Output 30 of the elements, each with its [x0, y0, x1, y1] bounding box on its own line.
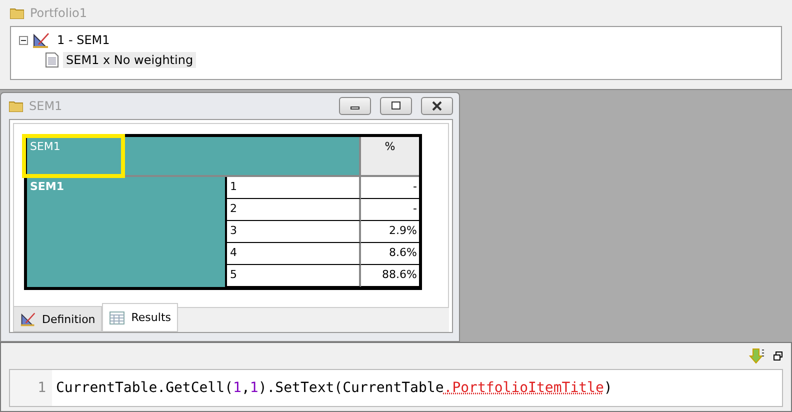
close-button[interactable] [421, 97, 453, 115]
row-group-cell: SEM1 [27, 177, 227, 287]
collapse-icon[interactable] [19, 36, 28, 44]
close-icon [431, 101, 443, 111]
table-cell: 2 [227, 199, 361, 221]
minimize-button[interactable] [339, 97, 371, 115]
tree-item[interactable]: 1 - SEM1 [54, 32, 113, 48]
table-icon [109, 310, 126, 326]
tab[interactable]: Definition [13, 306, 102, 332]
ruler-pencil-icon [20, 311, 36, 327]
maximize-button[interactable] [380, 97, 412, 115]
window-title: Portfolio1 [30, 6, 87, 20]
folder-icon [10, 7, 24, 19]
maximize-icon [390, 101, 402, 111]
code-line: CurrentTable.GetCell(1,1).SetText(CurrentTable.PortfolioItemTitle) [55, 380, 612, 396]
column-header: % [361, 137, 419, 177]
table-cell: 1 [227, 177, 361, 199]
ruler-pencil-icon [32, 31, 50, 49]
window-title: SEM1 [29, 99, 62, 113]
folder-icon [9, 100, 23, 112]
document-icon [45, 52, 59, 68]
table-cell: 5 [227, 265, 361, 287]
line-number: 1 [10, 370, 52, 406]
code-editor[interactable]: 1 CurrentTable.GetCell(1,1).SetText(CurrentTable.PortfolioItemTitle) [9, 369, 783, 407]
tree-item[interactable]: SEM1 x No weighting [63, 52, 196, 68]
restore-icon[interactable] [773, 351, 783, 361]
arrow-down-icon[interactable] [749, 348, 765, 364]
table-cell: 4 [227, 243, 361, 265]
tab[interactable]: Results [102, 303, 178, 332]
table-cell: 3 [227, 221, 361, 243]
